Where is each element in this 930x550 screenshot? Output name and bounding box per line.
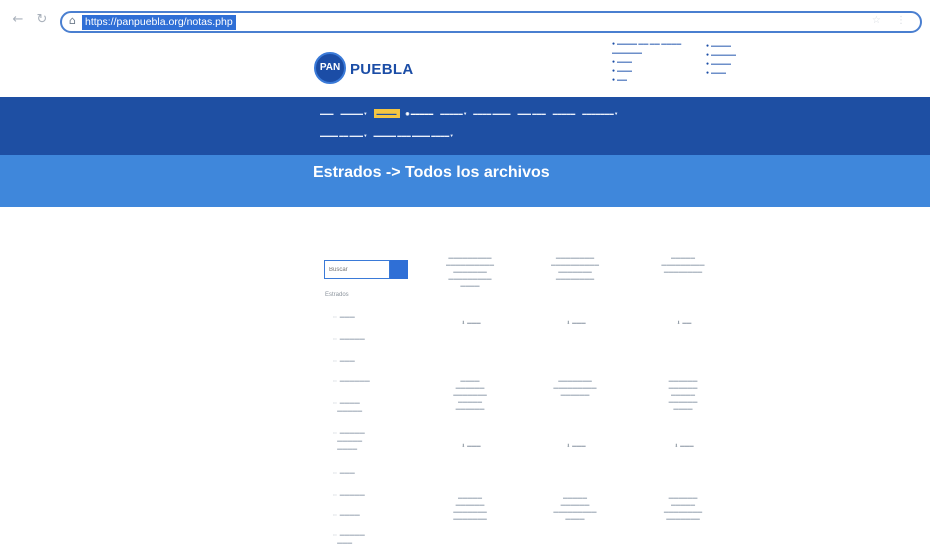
download-link[interactable]: ⬇ ▬▬▬ — [551, 443, 601, 449]
nav-item[interactable]: ▬▬▬▬ ▬▬▬▬ — [473, 111, 510, 116]
sidebar-title: Estrados — [325, 292, 349, 298]
browser-toolbar: ← ↻ ⌂ https://panpuebla.org/notas.php ☆ … — [0, 0, 930, 42]
search-box — [324, 260, 408, 279]
category-item[interactable]: ▭ ▬▬▬▬▬ ▬▬▬ — [333, 531, 393, 547]
page-banner: Estrados -> Todos los archivos — [0, 155, 930, 207]
nav-logo[interactable]: ◉ ▬▬▬▬▬ — [406, 111, 434, 117]
pan-logo[interactable]: PAN — [314, 52, 346, 84]
download-icon: ⬇ — [676, 321, 681, 326]
nav-item[interactable]: ▬▬▬▬▬▬▬ ▾ — [582, 111, 617, 117]
download-icon: ⬇ — [461, 444, 466, 449]
download-link[interactable]: ⬇ ▬▬▬ — [659, 443, 709, 449]
download-icon: ⬇ — [674, 444, 679, 449]
category-item[interactable]: ▭ ▬▬▬ — [333, 469, 393, 477]
nav-item[interactable]: ▬▬▬ ▬▬▬ — [517, 111, 545, 116]
document-title[interactable]: ▬▬▬▬▬▬▬▬▬▬▬▬▬▬▬▬▬▬▬▬▬▬ — [643, 255, 723, 276]
category-item[interactable]: ▭ ▬▬▬▬ ▬▬▬▬▬ — [333, 399, 393, 415]
page-title: Estrados -> Todos los archivos — [313, 164, 550, 181]
document-title[interactable]: ▬▬▬▬▬ ▬▬▬▬▬▬ ▬▬▬▬▬▬▬ ▬▬▬▬▬▬▬ — [430, 495, 510, 523]
nav-row-2: ▬▬▬▬ ▬▬ ▬▬▬ ▾ ▬▬▬▬▬ ▬▬▬ ▬▬▬▬ ▬▬▬▬ ▾ — [320, 133, 460, 139]
nav-item[interactable]: ▬▬▬▬▬ — [553, 111, 576, 116]
url-text[interactable]: https://panpuebla.org/notas.php — [82, 15, 236, 30]
category-item[interactable]: ▭ ▬▬▬▬▬▬ — [333, 377, 393, 385]
download-link[interactable]: ⬇ ▬▬▬ — [446, 443, 496, 449]
search-button[interactable] — [390, 260, 408, 279]
category-item[interactable]: ▭ ▬▬▬▬▬ — [333, 335, 393, 343]
toolbar-icons[interactable]: ☆ ⋮ — [872, 15, 912, 26]
category-item[interactable]: ▭ ▬▬▬▬▬ — [333, 491, 393, 499]
nav-item[interactable]: ▬▬▬▬ ▬▬ ▬▬▬ ▾ — [320, 133, 367, 139]
document-title[interactable]: ▬▬▬▬ ▬▬▬▬▬▬ ▬▬▬▬▬▬▬ ▬▬▬▬▬ ▬▬▬▬▬▬ — [430, 378, 510, 413]
social-links: ● ▬▬▬▬ ● ▬▬▬▬▬ ● ▬▬▬▬ ● ▬▬▬ — [706, 43, 737, 76]
document-title[interactable]: ▬▬▬▬▬ ▬▬▬▬▬▬ ▬▬▬▬▬▬▬▬▬ ▬▬▬▬ — [535, 495, 615, 523]
download-icon: ⬇ — [566, 444, 571, 449]
document-title[interactable]: ▬▬▬▬▬▬ ▬▬▬▬▬▬ ▬▬▬▬▬ ▬▬▬▬▬▬ ▬▬▬▬ — [643, 378, 723, 413]
document-title[interactable]: ▬▬▬▬▬▬▬▬ ▬▬▬▬▬▬▬▬▬▬ ▬▬▬▬▬▬▬ ▬▬▬▬▬▬▬▬ — [535, 255, 615, 283]
nav-item[interactable]: ▬▬▬▬▬ ▾ — [440, 111, 466, 117]
download-icon: ⬇ — [461, 321, 466, 326]
category-item[interactable]: ▭ ▬▬▬▬ — [333, 511, 393, 519]
address-bar[interactable]: ⌂ https://panpuebla.org/notas.php ☆ ⋮ — [60, 11, 922, 33]
nav-item[interactable]: ▬▬▬ — [320, 111, 334, 116]
nav-row-1: ▬▬▬ ▬▬▬▬▬ ▾ ▬▬▬▬▬ ◉ ▬▬▬▬▬ ▬▬▬▬▬ ▾ ▬▬▬▬ ▬… — [320, 109, 624, 118]
search-input[interactable] — [324, 260, 390, 279]
main-navigation: ▬▬▬ ▬▬▬▬▬ ▾ ▬▬▬▬▬ ◉ ▬▬▬▬▬ ▬▬▬▬▬ ▾ ▬▬▬▬ ▬… — [0, 97, 930, 155]
reload-icon[interactable]: ↻ — [34, 12, 50, 28]
download-icon: ⬇ — [566, 321, 571, 326]
nav-item[interactable]: ▬▬▬▬▬ ▾ — [341, 111, 367, 117]
category-item[interactable]: ▭ ▬▬▬▬▬ ▬▬▬▬▬ ▬▬▬▬ — [333, 429, 393, 453]
contact-info: ● ▬▬▬▬ ▬▬ ▬▬ ▬▬▬▬ ▬▬▬▬▬▬ ● ▬▬▬ ● ▬▬▬ ● ▬▬ — [612, 41, 682, 83]
category-item[interactable]: ▭ ▬▬▬ — [333, 357, 393, 365]
download-link[interactable]: ⬇ ▬▬ — [659, 320, 709, 326]
site-header: PAN PUEBLA ● ▬▬▬▬ ▬▬ ▬▬ ▬▬▬▬ ▬▬▬▬▬▬ ● ▬▬▬ … — [0, 41, 930, 97]
document-title[interactable]: ▬▬▬▬▬▬ ▬▬▬▬▬ ▬▬▬▬▬▬▬▬ ▬▬▬▬▬▬▬ — [643, 495, 723, 523]
download-link[interactable]: ⬇ ▬▬▬ — [446, 320, 496, 326]
document-title[interactable]: ▬▬▬▬▬▬▬▬▬ ▬▬▬▬▬▬▬▬▬▬ ▬▬▬▬▬▬▬ ▬▬▬▬▬▬▬▬▬ ▬▬▬▬ — [430, 255, 510, 290]
back-icon[interactable]: ← — [10, 12, 26, 28]
lock-icon: ⌂ — [69, 14, 76, 27]
download-link[interactable]: ⬇ ▬▬▬ — [551, 320, 601, 326]
site-name[interactable]: PUEBLA — [350, 61, 413, 78]
document-title[interactable]: ▬▬▬▬▬▬▬▬▬▬▬▬▬▬▬▬▬▬▬▬▬▬ — [535, 378, 615, 399]
page: ← ↻ ⌂ https://panpuebla.org/notas.php ☆ … — [0, 0, 930, 550]
nav-badge[interactable]: ▬▬▬▬▬ — [373, 109, 400, 118]
nav-item[interactable]: ▬▬▬▬▬ ▬▬▬ ▬▬▬▬ ▬▬▬▬ ▾ — [374, 133, 453, 139]
category-item[interactable]: ▭ ▬▬▬ — [333, 313, 393, 321]
